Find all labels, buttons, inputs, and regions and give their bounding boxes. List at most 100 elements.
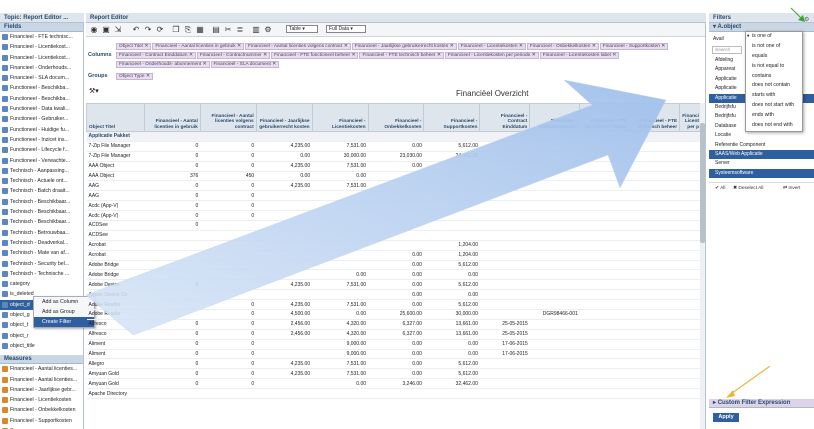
groups-dropzone[interactable]: Object Type ✕	[116, 72, 701, 81]
layout-icon[interactable]: ▤	[211, 25, 221, 35]
cut-icon[interactable]: ✂	[223, 25, 233, 35]
column-header[interactable]: Financieel - FTE functioneel beheer	[579, 103, 631, 132]
filter-value-item[interactable]: Server	[709, 159, 814, 168]
filter-value-item[interactable]: Referentie Component	[709, 141, 814, 150]
operator-option[interactable]: ends with	[746, 111, 802, 121]
column-chip[interactable]: Financieel - Licentiekosten ✕	[457, 43, 526, 50]
field-item[interactable]: Functioneel - Lifecycle f...	[0, 145, 83, 155]
chip-remove-icon[interactable]: ✕	[342, 44, 348, 49]
column-chip[interactable]: Financieel - Contract Einddatum ✕	[116, 52, 196, 59]
column-header[interactable]: Financieel - Licentiekosten	[311, 103, 369, 132]
operator-option[interactable]: contains	[746, 72, 802, 82]
column-header[interactable]: Financieel - Onbekkelkosten	[367, 103, 425, 132]
column-chip[interactable]: Financieel - Licentiekosten per periode …	[444, 52, 539, 59]
field-item[interactable]: Financieel - Licentiekost...	[0, 42, 83, 52]
chip-remove-icon[interactable]: ✕	[611, 53, 616, 58]
tools-icon[interactable]: ⚒▾	[89, 87, 99, 95]
chip-remove-icon[interactable]: ✕	[262, 53, 267, 58]
column-chip[interactable]: Financieel - Contractnummer ✕	[196, 52, 271, 59]
select-all-button[interactable]: ✔ All	[715, 185, 725, 193]
column-chip[interactable]: Financieel - SLA document ✕	[210, 61, 280, 68]
format-icon[interactable]: ≣	[235, 25, 245, 35]
redo-icon[interactable]: ↷	[143, 25, 153, 35]
chip-remove-icon[interactable]: ✕	[201, 62, 206, 67]
field-item[interactable]: Technisch - Aanpassing...	[0, 166, 83, 176]
column-header[interactable]: Financi Licent per p	[679, 103, 702, 132]
field-item[interactable]: Functioneel - Inzicet ins...	[0, 135, 83, 145]
field-item[interactable]: Functioneel - Gebruiker...	[0, 114, 83, 124]
operator-option[interactable]: is not one of	[746, 42, 802, 52]
chip-remove-icon[interactable]: ✕	[660, 44, 665, 49]
chip-remove-icon[interactable]: ✕	[188, 53, 193, 58]
operator-option[interactable]: is not equal to	[746, 62, 802, 72]
chip-remove-icon[interactable]: ✕	[436, 53, 441, 58]
columns-dropzone[interactable]: Object Titel ✕ Financieel - Aantal licent…	[116, 42, 701, 69]
measure-item[interactable]: Financieel - Licentiekosten	[0, 395, 83, 405]
column-header[interactable]: Financieel - FTE technisch beheer	[629, 103, 681, 132]
chip-remove-icon[interactable]: ✕	[236, 44, 241, 49]
apply-button[interactable]: Apply	[713, 413, 739, 422]
create-filter-item[interactable]: Create Filter	[34, 317, 94, 327]
field-item[interactable]: Technisch - Deadverkal...	[0, 238, 83, 248]
column-header[interactable]: Financieel - Contractnummer	[529, 103, 581, 132]
table-scrollbar[interactable]	[700, 103, 705, 429]
custom-filter-expression[interactable]: ▸ Custom Filter Expression	[709, 399, 814, 408]
column-chip[interactable]: Financieel - FTE technisch beheer ✕	[359, 52, 444, 59]
export-icon[interactable]: ⇲	[113, 25, 123, 35]
chip-remove-icon[interactable]: ✕	[448, 44, 454, 49]
field-item[interactable]: Technisch - Security bel...	[0, 259, 83, 269]
add-as-column-item[interactable]: Add as Column	[34, 297, 94, 307]
field-item[interactable]: Technisch - Betrouwbaa...	[0, 228, 83, 238]
refresh-icon[interactable]: ⟳	[155, 25, 165, 35]
measure-item[interactable]: Financieel - Onbekkelkosten	[0, 405, 83, 415]
chart-icon[interactable]: ▥	[251, 25, 261, 35]
measure-item[interactable]: Financieel - Supportkosten	[0, 416, 83, 426]
filter-value-item[interactable]: Systeemsoftware	[709, 168, 814, 179]
column-chip[interactable]: Financieel - Aantal licenties volgens co…	[244, 43, 351, 50]
column-chip[interactable]: Financieel - Licentiekosten label ✕	[539, 52, 620, 59]
view-icon[interactable]: ◉	[89, 25, 99, 35]
chip-remove-icon[interactable]: ✕	[590, 44, 596, 49]
grid-icon[interactable]: ▦	[195, 25, 205, 35]
field-item[interactable]: Functioneel - Beschikba...	[0, 83, 83, 93]
field-item[interactable]: Functioneel - Huidige fu...	[0, 125, 83, 135]
column-header[interactable]: Object Titel	[86, 103, 145, 132]
measure-item[interactable]: Financieel - Jaarlijkse gebr...	[0, 385, 83, 395]
deselect-all-button[interactable]: ✖ Deselect All	[733, 185, 763, 193]
group-chip[interactable]: Object Type ✕	[116, 73, 153, 80]
column-header[interactable]: Financieel - Jaarlijkse gebruikerrecht k…	[255, 103, 313, 132]
measure-item[interactable]: Financieel - Aantal licenties...	[0, 364, 83, 374]
field-item[interactable]: Functioneel - Beschikba...	[0, 94, 83, 104]
chip-remove-icon[interactable]: ✕	[143, 44, 148, 49]
filter-value-item[interactable]: SAAS/Web Applicatie	[709, 149, 814, 160]
field-item[interactable]: Technisch - Beschikbaar...	[0, 207, 83, 217]
column-chip[interactable]: Object Titel ✕	[116, 43, 152, 50]
scrollbar-thumb[interactable]	[700, 123, 705, 243]
paste-icon[interactable]: ⎘	[183, 25, 193, 35]
field-item[interactable]: object_title	[0, 341, 83, 351]
column-header[interactable]: Financieel - Aantal licenties volgens co…	[199, 103, 257, 132]
operator-option[interactable]: starts with	[746, 91, 802, 101]
field-item[interactable]: Technisch - Actuele ont...	[0, 176, 83, 186]
field-item[interactable]: category	[0, 279, 83, 289]
filter-value-item[interactable]: Locatie	[709, 131, 814, 140]
filter-search-input[interactable]: Search	[712, 46, 742, 54]
table-type-select[interactable]: Table ▾	[286, 25, 318, 33]
field-item[interactable]: Technisch - Batch draait...	[0, 186, 83, 196]
field-item[interactable]: Financieel - Licentiekost...	[0, 53, 83, 63]
column-chip[interactable]: Financieel - FTE functioneel beheer ✕	[271, 52, 359, 59]
data-option-select[interactable]: Full Data ▾	[326, 25, 366, 33]
settings-icon[interactable]: ⚙	[263, 25, 273, 35]
chip-remove-icon[interactable]: ✕	[517, 44, 523, 49]
column-chip[interactable]: Financieel - Onbekkelkosten ✕	[526, 43, 599, 50]
field-item[interactable]: Functioneel - Data kwali...	[0, 104, 83, 114]
column-chip[interactable]: Financieel - Jaarlijkse gebruikerrecht k…	[351, 43, 457, 50]
field-item[interactable]: Technisch - Technische ...	[0, 269, 83, 279]
field-item[interactable]: Financieel - Onderhouds...	[0, 63, 83, 73]
field-item[interactable]: Financieel - FTE technisc...	[0, 32, 83, 42]
invert-button[interactable]: ⇄ Invert	[783, 185, 800, 193]
column-chip[interactable]: Financieel - Aantal licenties in gebruik…	[152, 43, 244, 50]
operator-option[interactable]: does not end with	[746, 121, 802, 131]
chip-remove-icon[interactable]: ✕	[350, 53, 355, 58]
chip-remove-icon[interactable]: ✕	[271, 62, 276, 67]
